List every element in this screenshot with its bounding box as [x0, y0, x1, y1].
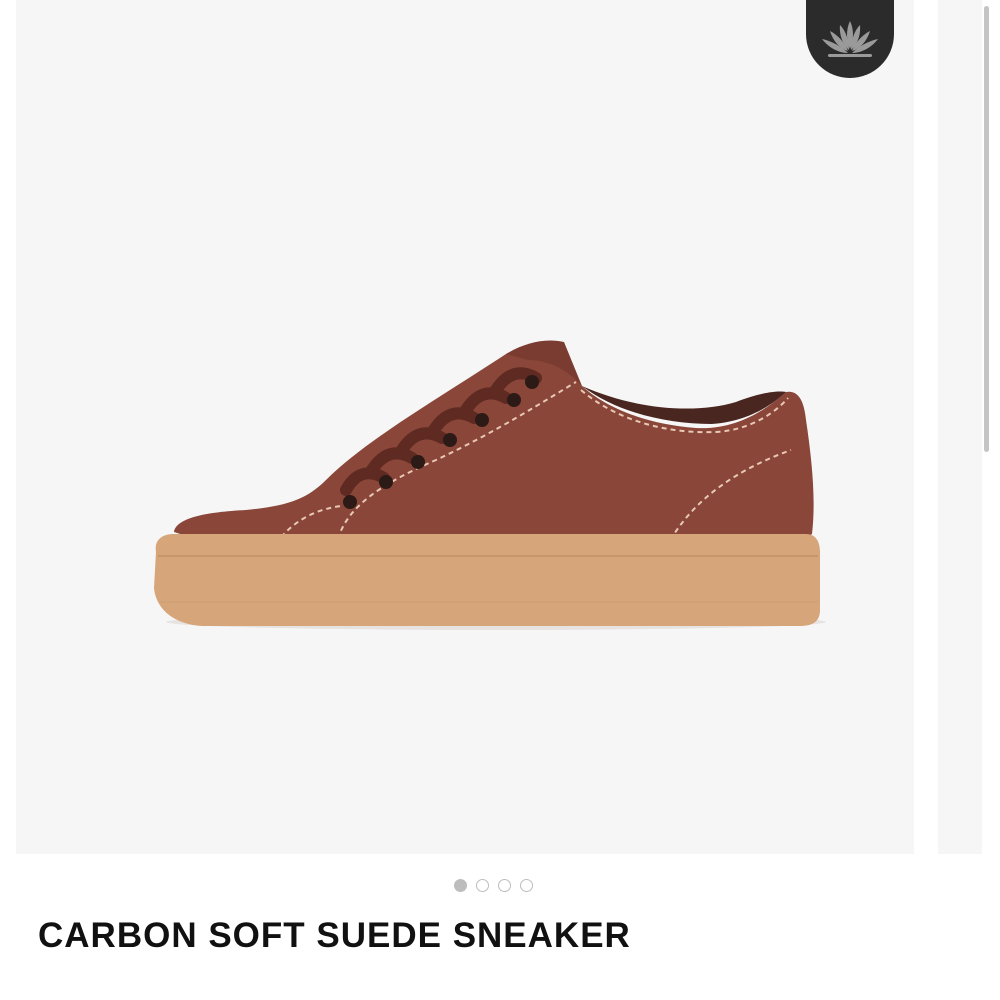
pagination-dot-3[interactable] — [498, 879, 511, 892]
carousel-pagination — [454, 879, 533, 892]
next-slide-peek[interactable] — [938, 0, 982, 854]
product-image[interactable] — [136, 320, 836, 650]
pagination-dot-1[interactable] — [454, 879, 467, 892]
pagination-dot-2[interactable] — [476, 879, 489, 892]
product-title: CARBON SOFT SUEDE SNEAKER — [38, 916, 631, 955]
lotus-icon — [822, 21, 878, 57]
pagination-dot-4[interactable] — [520, 879, 533, 892]
product-image-carousel[interactable] — [16, 0, 914, 854]
scrollbar[interactable] — [984, 6, 989, 452]
product-page: CARBON SOFT SUEDE SNEAKER — [0, 0, 1000, 1000]
